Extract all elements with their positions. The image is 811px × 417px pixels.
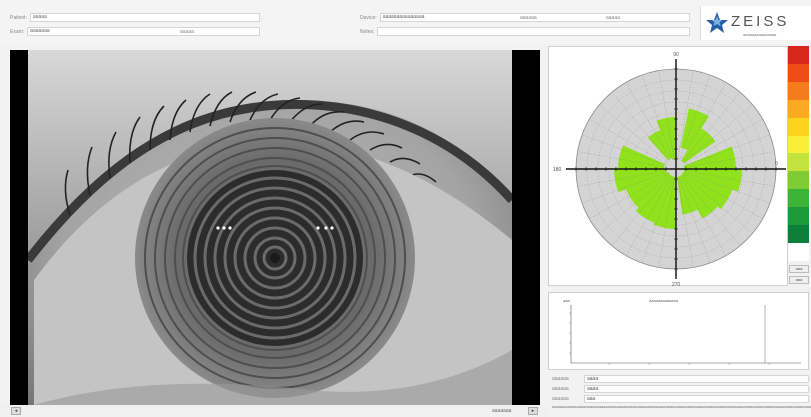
patient-field: Patient: aaaaa [10,13,260,22]
color-scale-bar [788,46,809,286]
histogram-chart: aaa aaaaaaaaaaaaa [563,298,801,365]
device-label: Device: [360,14,377,21]
result-label-2: aaaaaa [552,385,569,392]
exam-extra: aaaaa [180,29,194,35]
color-scale-segment [788,171,809,190]
color-scale-segment [788,189,809,208]
result-label-3: aaaaaa [552,395,569,402]
exam-label: Exam: [10,28,25,35]
histogram-title: aaaaaaaaaaaaa [649,298,679,303]
axis-label-top: 90 [673,52,679,58]
app-window: Patient: aaaaa Exam: aaaaaaa aaaaa Devic… [0,0,811,417]
exam-field: Exam: aaaaaaa [10,27,260,36]
color-scale-segment [788,63,809,82]
axis-label-right: 0 [775,161,778,167]
prev-button[interactable]: ◂ [11,407,21,415]
result-value-2[interactable]: aaaa [584,384,809,393]
brand-tagline: aaaaaaaaaaaaaaa [743,32,777,37]
color-scale-segment [788,207,809,226]
result-value-3[interactable]: aaa [584,394,809,403]
color-scale-segment [788,153,809,172]
topography-polar-map: 90 180 0 270 [553,52,786,288]
next-button[interactable]: ▸ [528,407,538,415]
color-scale-segment [788,46,809,64]
axis-label-left: 180 [553,167,562,173]
patient-label: Patient: [10,14,27,21]
image-toolbar: ◂ aaaaaaa ▸ [0,405,548,417]
toolbar-status: aaaaaaa [492,408,512,414]
notes-input[interactable] [377,27,690,36]
footer-note: aaaaaaaaaaaaaaaaaaaaaaaaaaaaaaaaaaaaaaaa… [552,404,811,409]
color-scale-segment [788,99,809,118]
brand-name: ZEISS [731,13,790,30]
result-value-1[interactable]: aaaa [584,374,809,383]
topography-map-panel[interactable]: 90 180 0 270 [548,46,788,288]
brand-logo: ZEISS aaaaaaaaaaaaaaa [700,6,811,40]
exam-time: aaaaa [606,15,620,21]
eye-photo [10,50,540,405]
color-scale-segment [788,225,809,243]
exam-date: aaaaaa [520,15,537,21]
eye-image-viewer[interactable] [10,50,540,405]
scale-button-1[interactable]: aaa [789,265,809,273]
histogram-ylabel: aaa [563,298,570,303]
result-row-2: aaaaaa aaaa [552,384,809,393]
scale-button-2[interactable]: aaa [789,276,809,284]
color-scale-segment [788,135,809,154]
patient-input[interactable]: aaaaa [29,13,260,22]
result-row-3: aaaaaa aaa [552,394,809,403]
notes-field: Notes: [360,27,690,36]
color-scale-segment [788,81,809,100]
notes-label: Notes: [360,28,375,35]
histogram-panel: aaa aaaaaaaaaaaaa [548,292,809,370]
axis-label-bottom: 270 [672,282,681,287]
color-scale-segment [788,242,809,261]
color-scale-segment [788,117,809,136]
patient-header: Patient: aaaaa Exam: aaaaaaa aaaaa Devic… [0,0,811,44]
result-row-1: aaaaaa aaaa [552,374,809,383]
result-label-1: aaaaaa [552,375,569,382]
exam-input[interactable]: aaaaaaa [27,27,260,36]
